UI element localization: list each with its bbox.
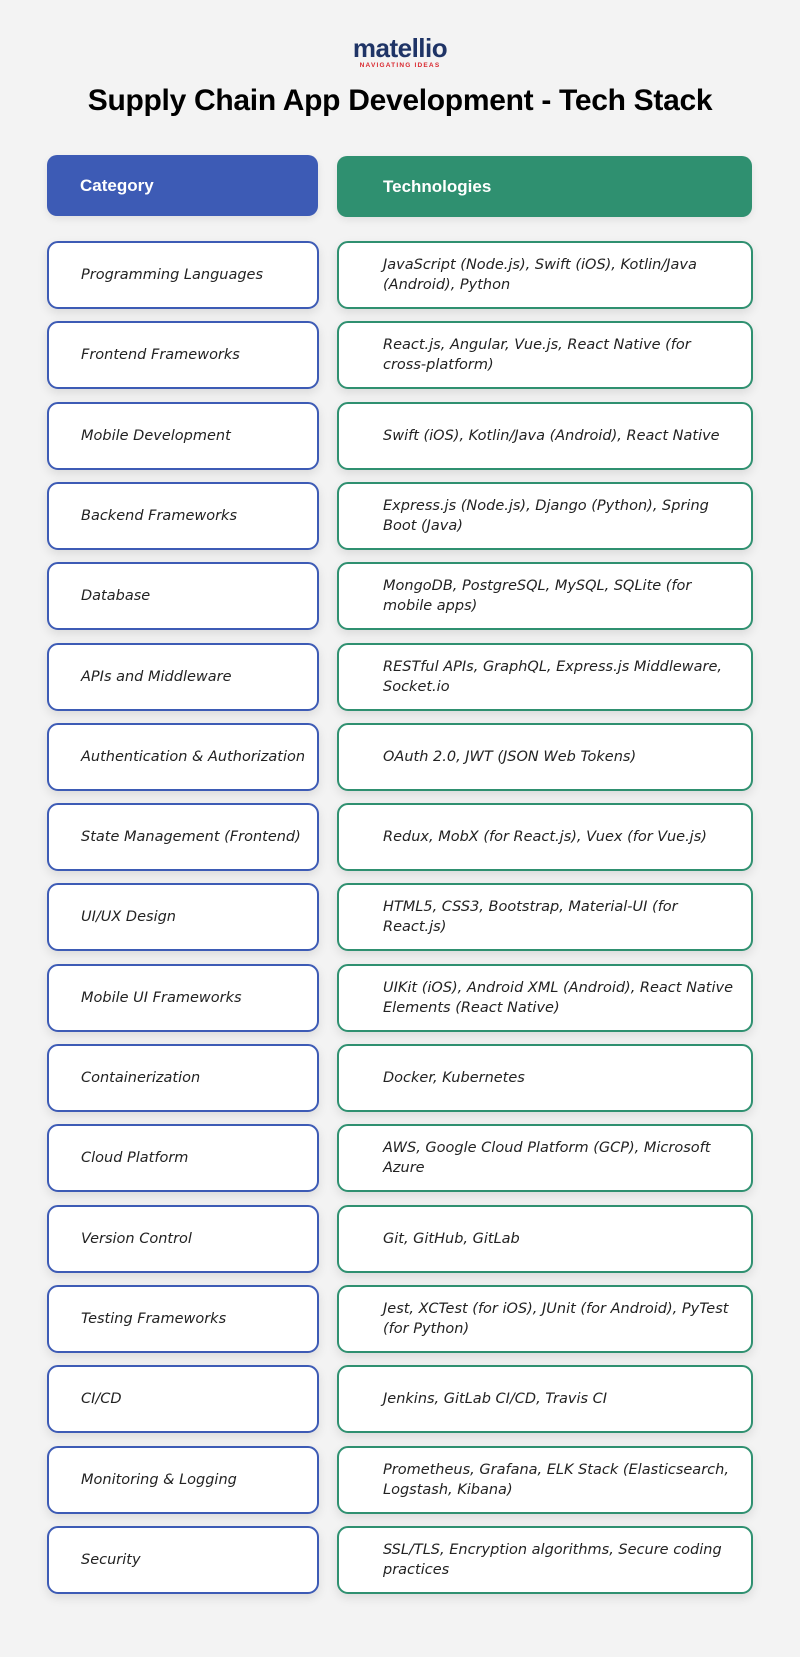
technologies-label: MongoDB, PostgreSQL, MySQL, SQLite (for … <box>383 578 692 614</box>
technologies-cell: MongoDB, PostgreSQL, MySQL, SQLite (for … <box>337 562 753 630</box>
category-cell: Monitoring & Logging <box>47 1446 319 1514</box>
table-row: Security SSL/TLS, Encryption algorithms, … <box>0 1526 800 1594</box>
table-row: Programming Languages JavaScript (Node.js… <box>0 241 800 309</box>
technologies-label: React.js, Angular, Vue.js, React Native … <box>383 337 691 373</box>
technologies-label: Docker, Kubernetes <box>383 1070 525 1086</box>
table-row: Testing Frameworks Jest, XCTest (for iOS)… <box>0 1285 800 1353</box>
technologies-label: Express.js (Node.js), Django (Python), S… <box>383 498 709 534</box>
technologies-label: AWS, Google Cloud Platform (GCP), Micros… <box>383 1140 711 1176</box>
category-label: Version Control <box>81 1231 192 1247</box>
category-label: Containerization <box>81 1070 201 1086</box>
technologies-cell: Redux, MobX (for React.js), Vuex (for Vu… <box>337 803 753 871</box>
category-cell: UI/UX Design <box>47 883 319 951</box>
table-row: Cloud Platform AWS, Google Cloud Platform… <box>0 1124 800 1192</box>
table-row: APIs and Middleware RESTful APIs, GraphQL… <box>0 643 800 711</box>
company-logo: matellio NAVIGATING IDEAS <box>0 33 800 69</box>
technologies-label: Git, GitHub, GitLab <box>383 1231 520 1247</box>
page-title: Supply Chain App Development - Tech Stac… <box>87 84 713 117</box>
table-row: Monitoring & Logging Prometheus, Grafana,… <box>0 1446 800 1514</box>
technologies-cell: SSL/TLS, Encryption algorithms, Secure c… <box>337 1526 753 1594</box>
technologies-cell: Jest, XCTest (for iOS), JUnit (for Andro… <box>337 1285 753 1353</box>
technologies-cell: RESTful APIs, GraphQL, Express.js Middle… <box>337 643 753 711</box>
category-cell: Cloud Platform <box>47 1124 319 1192</box>
category-label: UI/UX Design <box>81 909 176 925</box>
technologies-cell: JavaScript (Node.js), Swift (iOS), Kotli… <box>337 241 753 309</box>
category-cell: Version Control <box>47 1205 319 1273</box>
technologies-cell: Prometheus, Grafana, ELK Stack (Elastics… <box>337 1446 753 1514</box>
table-row: Mobile Development Swift (iOS), Kotlin/Ja… <box>0 402 800 470</box>
technologies-label: Redux, MobX (for React.js), Vuex (for Vu… <box>383 829 707 845</box>
technologies-label: UIKit (iOS), Android XML (Android), Reac… <box>383 980 734 1016</box>
table-row: State Management (Frontend) Redux, MobX (… <box>0 803 800 871</box>
category-cell: Mobile Development <box>47 402 319 470</box>
table-row: Frontend Frameworks React.js, Angular, Vu… <box>0 321 800 389</box>
category-label: CI/CD <box>81 1391 122 1407</box>
category-cell: Database <box>47 562 319 630</box>
category-cell: State Management (Frontend) <box>47 803 319 871</box>
technologies-cell: Swift (iOS), Kotlin/Java (Android), Reac… <box>337 402 753 470</box>
category-cell: CI/CD <box>47 1365 319 1433</box>
category-cell: Containerization <box>47 1044 319 1112</box>
technologies-cell: UIKit (iOS), Android XML (Android), Reac… <box>337 964 753 1032</box>
technologies-cell: Express.js (Node.js), Django (Python), S… <box>337 482 753 550</box>
category-cell: Frontend Frameworks <box>47 321 319 389</box>
table-row: Version Control Git, GitHub, GitLab <box>0 1205 800 1273</box>
technologies-cell: React.js, Angular, Vue.js, React Native … <box>337 321 753 389</box>
table-row: UI/UX Design HTML5, CSS3, Bootstrap, Mate… <box>0 883 800 951</box>
technologies-cell: AWS, Google Cloud Platform (GCP), Micros… <box>337 1124 753 1192</box>
category-label: Programming Languages <box>81 267 264 283</box>
category-cell: APIs and Middleware <box>47 643 319 711</box>
category-label: Security <box>81 1552 141 1568</box>
category-label: Cloud Platform <box>81 1150 189 1166</box>
table-row: Mobile UI Frameworks UIKit (iOS), Android… <box>0 964 800 1032</box>
category-cell: Mobile UI Frameworks <box>47 964 319 1032</box>
category-cell: Programming Languages <box>47 241 319 309</box>
category-label: Backend Frameworks <box>81 508 238 524</box>
technologies-label: HTML5, CSS3, Bootstrap, Material-UI (for… <box>383 899 678 935</box>
category-label: Testing Frameworks <box>81 1311 227 1327</box>
technologies-column-header: Technologies <box>337 156 752 217</box>
category-column-header: Category <box>47 155 318 216</box>
technologies-label: Jest, XCTest (for iOS), JUnit (for Andro… <box>383 1301 729 1337</box>
category-label: APIs and Middleware <box>81 669 232 685</box>
technologies-cell: Git, GitHub, GitLab <box>337 1205 753 1273</box>
table-row: CI/CD Jenkins, GitLab CI/CD, Travis CI <box>0 1365 800 1433</box>
technologies-label: Prometheus, Grafana, ELK Stack (Elastics… <box>383 1462 729 1498</box>
category-label: Mobile Development <box>81 428 231 444</box>
technologies-cell: HTML5, CSS3, Bootstrap, Material-UI (for… <box>337 883 753 951</box>
technologies-label: Swift (iOS), Kotlin/Java (Android), Reac… <box>383 428 720 444</box>
category-label: Frontend Frameworks <box>81 347 240 363</box>
table-row: Authentication & Authorization OAuth 2.0,… <box>0 723 800 791</box>
category-cell: Security <box>47 1526 319 1594</box>
category-cell: Testing Frameworks <box>47 1285 319 1353</box>
technologies-label: RESTful APIs, GraphQL, Express.js Middle… <box>383 659 723 695</box>
table-row: Backend Frameworks Express.js (Node.js), … <box>0 482 800 550</box>
category-label: Mobile UI Frameworks <box>81 990 242 1006</box>
technologies-cell: Jenkins, GitLab CI/CD, Travis CI <box>337 1365 753 1433</box>
technologies-label: Jenkins, GitLab CI/CD, Travis CI <box>383 1391 608 1407</box>
logo-wordmark: matellio <box>352 33 448 63</box>
technologies-cell: OAuth 2.0, JWT (JSON Web Tokens) <box>337 723 753 791</box>
technologies-label: JavaScript (Node.js), Swift (iOS), Kotli… <box>383 257 697 293</box>
category-label: Database <box>81 588 151 604</box>
technologies-cell: Docker, Kubernetes <box>337 1044 753 1112</box>
logo-tagline: NAVIGATING IDEAS <box>359 62 441 69</box>
category-cell: Backend Frameworks <box>47 482 319 550</box>
table-row: Containerization Docker, Kubernetes <box>0 1044 800 1112</box>
category-label: Monitoring & Logging <box>81 1472 237 1488</box>
technologies-label: OAuth 2.0, JWT (JSON Web Tokens) <box>383 749 637 765</box>
table-row: Database MongoDB, PostgreSQL, MySQL, SQLi… <box>0 562 800 630</box>
category-cell: Authentication & Authorization <box>47 723 319 791</box>
category-label: Authentication & Authorization <box>81 749 306 765</box>
category-label: State Management (Frontend) <box>81 829 301 845</box>
technologies-label: SSL/TLS, Encryption algorithms, Secure c… <box>383 1542 722 1578</box>
